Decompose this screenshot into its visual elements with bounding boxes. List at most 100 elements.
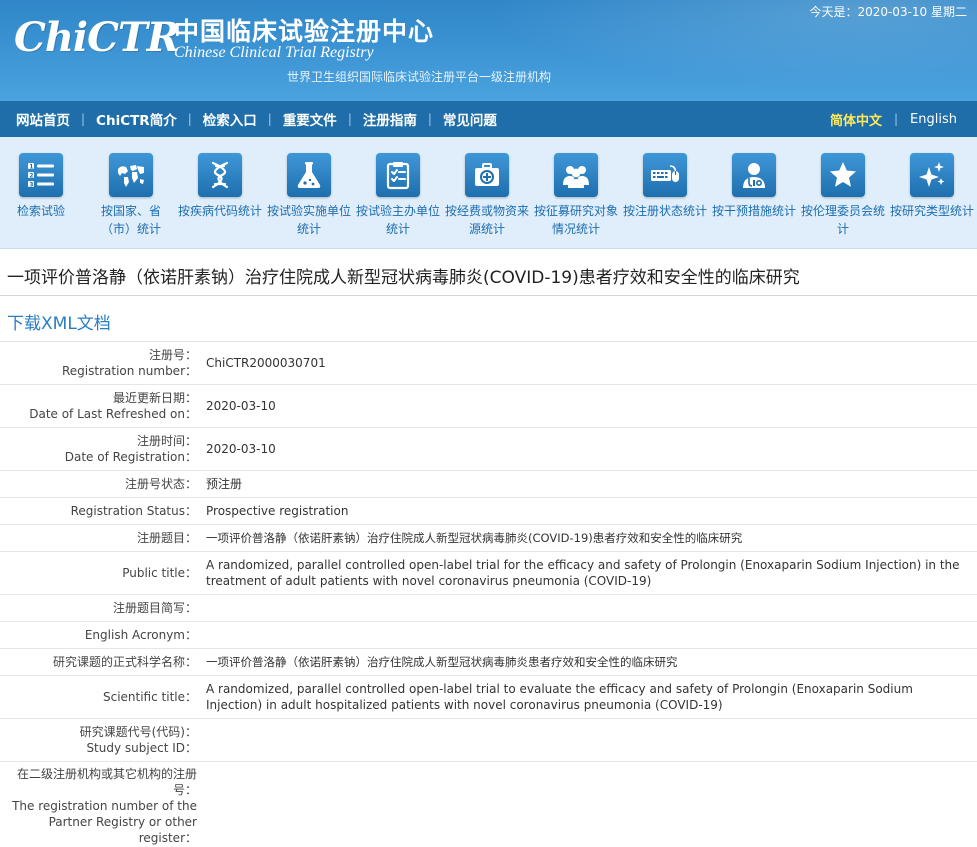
row-value: 一项评价普洛静（依诺肝素钠）治疗住院成人新型冠状病毒肺炎患者疗效和安全性的临床研… <box>206 655 678 669</box>
row-label: 注册题目： <box>0 525 200 551</box>
row-label-cn: English Acronym： <box>84 628 197 642</box>
nav-faq[interactable]: 常见问题 <box>443 109 497 129</box>
row-label: 注册号状态： <box>0 471 200 497</box>
icon-label: 按疾病代码统计 <box>177 204 262 218</box>
title-divider <box>0 295 977 296</box>
lang-chinese-link[interactable]: 简体中文 <box>830 110 882 129</box>
star-icon <box>821 153 865 197</box>
row-label: 注册时间： Date of Registration： <box>0 428 200 470</box>
icon-by-intervention[interactable]: 按干预措施统计 <box>709 153 799 220</box>
row-label: Registration Status： <box>0 498 200 524</box>
row-label-cn: 注册号： <box>148 348 197 362</box>
row-label-cn: 研究课题代号(代码)： <box>79 725 197 739</box>
chictr-logo[interactable]: ChiCTR <box>14 10 180 66</box>
nav-about[interactable]: ChiCTR简介 <box>96 109 177 129</box>
table-row: 注册号： Registration number： ChiCTR20000307… <box>0 342 977 385</box>
row-label-cn: 注册号状态： <box>124 477 197 491</box>
medical-kit-icon <box>465 153 509 197</box>
row-label-cn: 注册题目简写： <box>112 601 197 615</box>
icon-by-disease[interactable]: 按疾病代码统计 <box>175 153 265 220</box>
row-label: 在二级注册机构或其它机构的注册号： The registration numbe… <box>0 762 200 847</box>
site-header: ChiCTR 中国临床试验注册中心 Chinese Clinical Trial… <box>0 0 977 101</box>
icon-label: 按经费或物资来源统计 <box>444 204 529 236</box>
dna-icon <box>198 153 242 197</box>
table-row: 注册题目简写： <box>0 595 977 622</box>
row-label: Scientific title： <box>0 676 200 718</box>
table-row: 研究课题的正式科学名称： 一项评价普洛静（依诺肝素钠）治疗住院成人新型冠状病毒肺… <box>0 649 977 676</box>
keyboard-mouse-icon <box>643 153 687 197</box>
row-label-cn: 注册时间： <box>136 434 197 448</box>
download-xml-link[interactable]: 下载XML文档 <box>7 309 111 334</box>
row-label-cn: Scientific title： <box>102 690 197 704</box>
nav-separator: | <box>267 112 272 126</box>
row-value: 一项评价普洛静（依诺肝素钠）治疗住院成人新型冠状病毒肺炎(COVID-19)患者… <box>206 531 743 545</box>
row-value: ChiCTR2000030701 <box>206 356 326 370</box>
flask-icon <box>287 153 331 197</box>
icon-by-country[interactable]: 按国家、省（市）统计 <box>86 153 176 238</box>
lang-english-link[interactable]: English <box>910 112 957 127</box>
row-label-en: Date of Registration： <box>64 450 197 464</box>
icon-label: 检索试验 <box>16 204 65 218</box>
table-row: 注册题目： 一项评价普洛静（依诺肝素钠）治疗住院成人新型冠状病毒肺炎(COVID… <box>0 525 977 552</box>
row-label: 研究课题代号(代码)： Study subject ID： <box>0 719 200 761</box>
trial-detail-table: 注册号： Registration number： ChiCTR20000307… <box>0 341 977 847</box>
table-row: Public title： A randomized, parallel con… <box>0 552 977 595</box>
nav-guide[interactable]: 注册指南 <box>363 109 417 129</box>
row-label-en: Registration number： <box>61 364 197 378</box>
nav-separator: | <box>187 112 192 126</box>
row-label: 注册题目简写： <box>0 595 200 621</box>
people-icon <box>554 153 598 197</box>
row-label-en: The registration number of the Partner R… <box>12 798 197 845</box>
table-row: English Acronym： <box>0 622 977 649</box>
nav-documents[interactable]: 重要文件 <box>283 109 337 129</box>
row-label-cn: 最近更新日期： <box>112 391 197 405</box>
row-label-cn: 在二级注册机构或其它机构的注册号： <box>16 766 197 797</box>
site-title-cn: 中国临床试验注册中心 <box>174 17 435 46</box>
today-date: 今天是：2020-03-10 星期二 <box>809 5 967 19</box>
icon-by-registration-status[interactable]: 按注册状态统计 <box>620 153 710 220</box>
table-row: Scientific title： A randomized, parallel… <box>0 676 977 719</box>
icon-label: 按国家、省（市）统计 <box>100 204 161 236</box>
row-label: 最近更新日期： Date of Last Refreshed on： <box>0 385 200 427</box>
icon-by-implementing-unit[interactable]: 按试验实施单位统计 <box>264 153 354 238</box>
table-row: 注册时间： Date of Registration： 2020-03-10 <box>0 428 977 471</box>
table-row: 最近更新日期： Date of Last Refreshed on： 2020-… <box>0 385 977 428</box>
row-label: English Acronym： <box>0 622 200 648</box>
lang-separator: | <box>894 112 899 126</box>
row-label-cn: Registration Status： <box>70 504 197 518</box>
table-row: 注册号状态： 预注册 <box>0 471 977 498</box>
site-title-en: Chinese Clinical Trial Registry <box>174 44 374 61</box>
row-label-en: Study subject ID： <box>86 741 197 755</box>
icon-by-sponsor[interactable]: 按试验主办单位统计 <box>353 153 443 238</box>
icon-by-recruitment[interactable]: 按征募研究对象情况统计 <box>531 153 621 238</box>
icon-label: 按试验实施单位统计 <box>266 204 351 236</box>
table-row: 在二级注册机构或其它机构的注册号： The registration numbe… <box>0 762 977 847</box>
row-value: 2020-03-10 <box>206 442 276 456</box>
list-numbered-icon: 1 2 3 <box>19 153 63 197</box>
icon-by-study-type[interactable]: 按研究类型统计 <box>887 153 977 220</box>
icon-label: 按征募研究对象情况统计 <box>533 204 618 236</box>
row-value <box>200 762 977 847</box>
icon-label: 按伦理委员会统计 <box>800 204 885 236</box>
nav-separator: | <box>427 112 432 126</box>
nav-search[interactable]: 检索入口 <box>203 109 257 129</box>
nav-separator: | <box>347 112 352 126</box>
row-label-cn: 注册题目： <box>136 531 197 545</box>
row-value <box>200 719 977 761</box>
nav-home[interactable]: 网站首页 <box>16 109 70 129</box>
sparkle-icon <box>910 153 954 197</box>
nav-separator: | <box>81 112 86 126</box>
icon-label: 按注册状态统计 <box>622 204 707 218</box>
row-label: 注册号： Registration number： <box>0 342 200 384</box>
row-value <box>200 622 977 648</box>
icon-search-trials[interactable]: 1 2 3 检索试验 <box>0 153 86 220</box>
icon-by-ethics-committee[interactable]: 按伦理委员会统计 <box>798 153 888 238</box>
icon-label: 按干预措施统计 <box>711 204 796 218</box>
icon-by-funding[interactable]: 按经费或物资来源统计 <box>442 153 532 238</box>
svg-text:2: 2 <box>29 172 33 179</box>
row-value: 2020-03-10 <box>206 399 276 413</box>
doctor-icon <box>732 153 776 197</box>
icon-label: 按研究类型统计 <box>889 204 974 218</box>
row-label-cn: Public title： <box>122 566 197 580</box>
row-value: A randomized, parallel controlled open-l… <box>206 558 960 588</box>
